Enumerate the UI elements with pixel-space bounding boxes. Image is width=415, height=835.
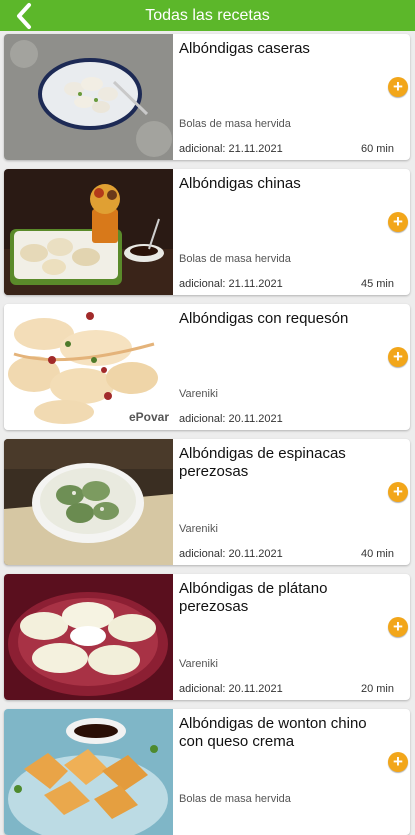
recipe-date: adicional: 20.11.2021 xyxy=(179,413,283,425)
recipe-card[interactable]: Albóndigas chinas Bolas de masa hervida … xyxy=(4,169,410,295)
add-button[interactable]: + xyxy=(388,482,408,502)
plus-icon: + xyxy=(393,617,403,636)
add-button[interactable]: + xyxy=(388,77,408,97)
recipe-card[interactable]: Albóndigas caseras Bolas de masa hervida… xyxy=(4,34,410,160)
recipe-image xyxy=(4,34,173,160)
recipe-category: Vareniki xyxy=(179,523,218,535)
chevron-left-icon xyxy=(17,3,31,29)
recipe-time: 40 min xyxy=(360,548,394,560)
watermark-logo: ePovar xyxy=(128,410,169,424)
add-button[interactable]: + xyxy=(388,617,408,637)
recipe-image: ePovar xyxy=(4,304,173,430)
recipe-category: Bolas de masa hervida xyxy=(179,793,291,805)
recipe-card[interactable]: Albóndigas de wonton chino con queso cre… xyxy=(4,709,410,835)
recipe-category: Bolas de masa hervida xyxy=(179,118,291,130)
recipe-card[interactable]: Albóndigas de plátano perezosas Vareniki… xyxy=(4,574,410,700)
recipe-category: Bolas de masa hervida xyxy=(179,253,291,265)
recipe-card[interactable]: ePovar Albóndigas con requesón Vareniki … xyxy=(4,304,410,430)
plus-icon: + xyxy=(393,77,403,96)
app-bar: Todas las recetas xyxy=(0,0,415,31)
recipe-title: Albóndigas con requesón xyxy=(179,310,349,327)
plus-icon: + xyxy=(393,752,403,771)
recipe-title: Albóndigas caseras xyxy=(179,40,310,57)
add-button[interactable]: + xyxy=(388,347,408,367)
plus-icon: + xyxy=(393,482,403,501)
recipe-time: 20 min xyxy=(360,683,394,695)
page-title: Todas las recetas xyxy=(145,6,270,24)
recipe-date: adicional: 21.11.2021 xyxy=(179,278,283,290)
recipe-image xyxy=(4,439,173,565)
back-button[interactable] xyxy=(10,2,40,30)
recipe-image xyxy=(4,169,173,295)
recipe-image xyxy=(4,709,173,835)
recipe-image xyxy=(4,574,173,700)
recipe-time: 45 min xyxy=(360,278,394,290)
recipe-title: Albóndigas de plátano perezosas xyxy=(179,580,328,615)
recipe-title: Albóndigas de wonton chino con queso cre… xyxy=(179,715,367,750)
recipe-date: adicional: 20.11.2021 xyxy=(179,548,283,560)
plus-icon: + xyxy=(393,347,403,366)
recipe-date: adicional: 21.11.2021 xyxy=(179,143,283,155)
add-button[interactable]: + xyxy=(388,212,408,232)
recipe-time: 60 min xyxy=(360,143,394,155)
plus-icon: + xyxy=(393,212,403,231)
add-button[interactable]: + xyxy=(388,752,408,772)
recipe-title: Albóndigas de espinacas perezosas xyxy=(179,445,346,480)
recipe-date: adicional: 20.11.2021 xyxy=(179,683,283,695)
recipe-title: Albóndigas chinas xyxy=(179,175,301,192)
recipe-category: Vareniki xyxy=(179,388,218,400)
recipe-card[interactable]: Albóndigas de espinacas perezosas Vareni… xyxy=(4,439,410,565)
recipe-category: Vareniki xyxy=(179,658,218,670)
